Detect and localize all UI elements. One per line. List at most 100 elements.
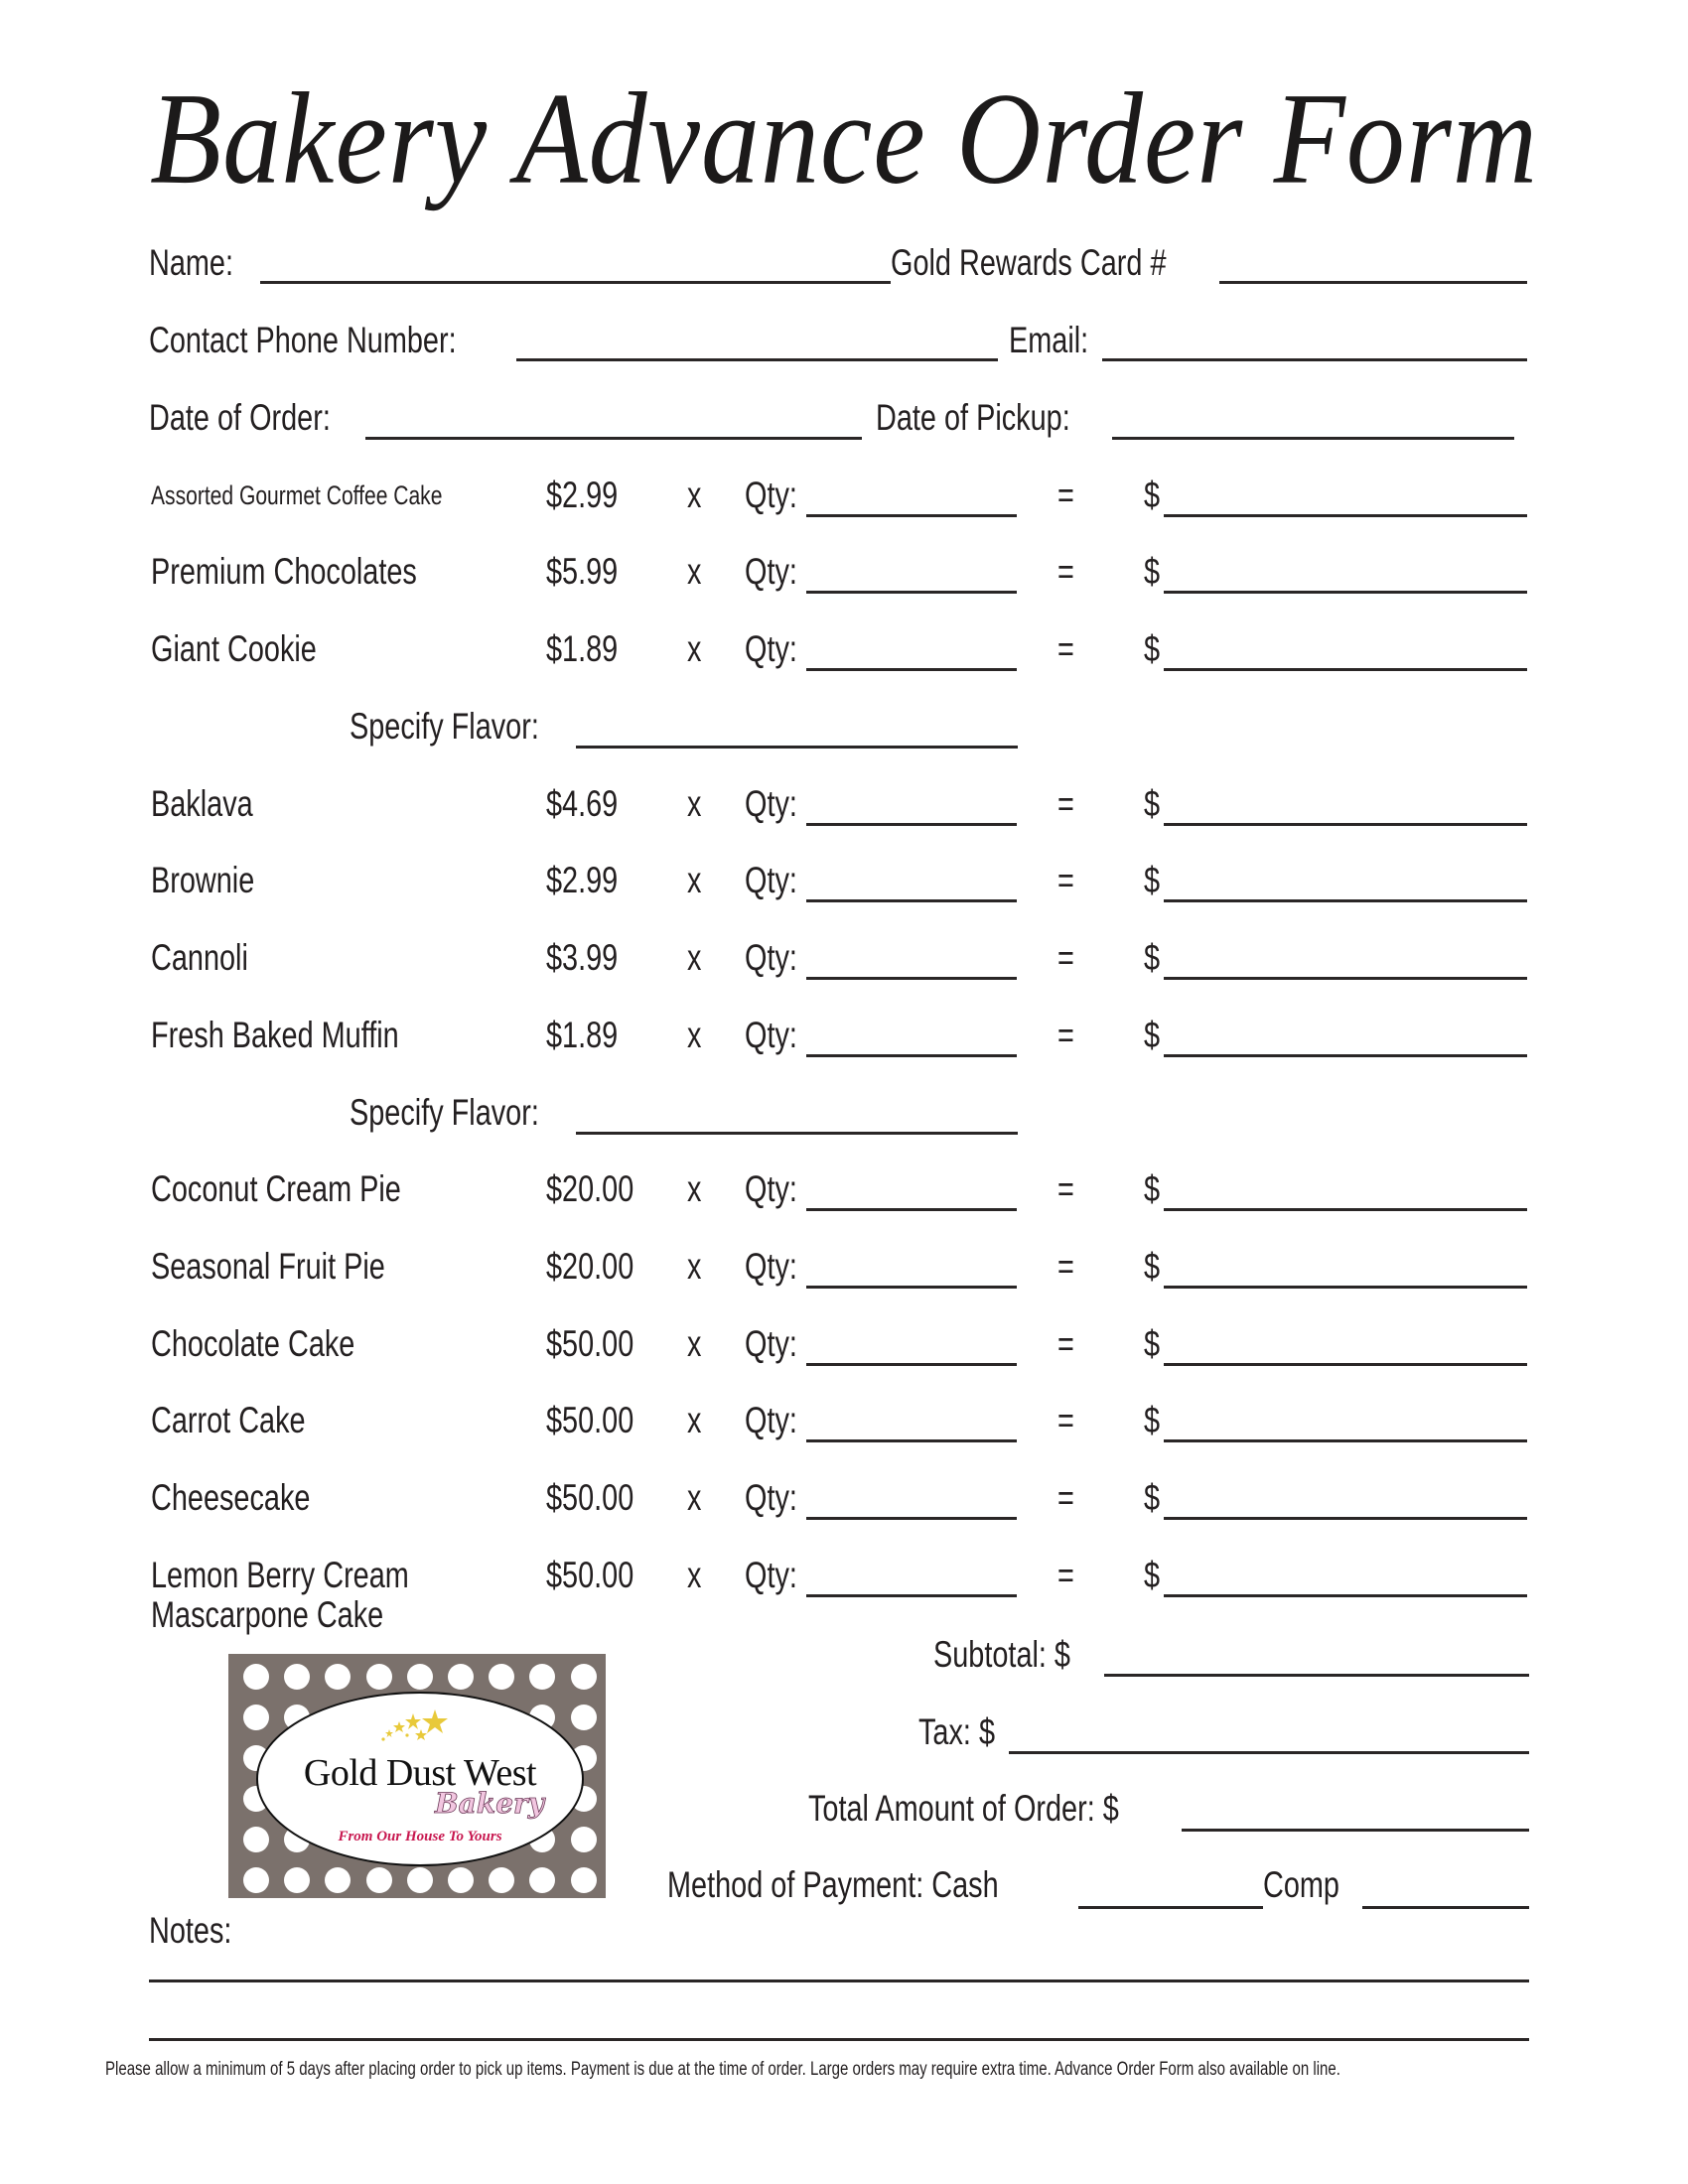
- item-price: $2.99: [546, 475, 619, 515]
- polka-dot: [489, 1867, 515, 1893]
- polka-dot: [570, 1664, 597, 1690]
- item-price: $1.89: [546, 1015, 619, 1055]
- polka-dot: [529, 1867, 556, 1893]
- item-name: Giant Cookie: [151, 628, 317, 669]
- line-total-field[interactable]: [1164, 899, 1527, 902]
- item-name: Cheesecake: [151, 1477, 311, 1518]
- line-total-field[interactable]: [1164, 668, 1527, 671]
- dollar-sign: $: [1144, 1323, 1161, 1364]
- pickup-date-label: Date of Pickup:: [876, 397, 1070, 438]
- qty-field[interactable]: [806, 1363, 1017, 1366]
- notes-line-2[interactable]: [149, 2038, 1529, 2041]
- line-total-field[interactable]: [1164, 1208, 1527, 1211]
- name-label: Name:: [149, 242, 234, 283]
- polka-dot: [570, 1705, 597, 1730]
- bakery-logo: Gold Dust West Bakery From Our House To …: [228, 1654, 606, 1898]
- qty-field[interactable]: [806, 1286, 1017, 1289]
- footer-note: Please allow a minimum of 5 days after p…: [105, 2059, 1340, 2080]
- qty-label: Qty:: [745, 475, 797, 515]
- qty-label: Qty:: [745, 1477, 797, 1518]
- specify-flavor-label: Specify Flavor:: [350, 706, 539, 747]
- tax-field[interactable]: [1009, 1751, 1529, 1754]
- qty-field[interactable]: [806, 977, 1017, 980]
- qty-field[interactable]: [806, 823, 1017, 826]
- equals-sign: =: [1057, 628, 1074, 669]
- stars-icon: [381, 1709, 448, 1741]
- total-field[interactable]: [1182, 1829, 1529, 1832]
- notes-line-1[interactable]: [149, 1979, 1529, 1982]
- subtotal-field[interactable]: [1104, 1674, 1529, 1677]
- qty-field[interactable]: [806, 1208, 1017, 1211]
- qty-label: Qty:: [745, 937, 797, 978]
- rewards-card-field[interactable]: [1219, 281, 1527, 284]
- multiply-sign: x: [687, 551, 702, 592]
- line-total-field[interactable]: [1164, 823, 1527, 826]
- email-field[interactable]: [1102, 358, 1527, 361]
- dollar-sign: $: [1144, 783, 1161, 824]
- dollar-sign: $: [1144, 475, 1161, 515]
- line-total-field[interactable]: [1164, 1594, 1527, 1597]
- total-label: Total Amount of Order: $: [808, 1788, 1119, 1829]
- item-name: Chocolate Cake: [151, 1323, 355, 1364]
- multiply-sign: x: [687, 1400, 702, 1440]
- dollar-sign: $: [1144, 1246, 1161, 1287]
- qty-field[interactable]: [806, 1439, 1017, 1442]
- item-price: $50.00: [546, 1400, 634, 1440]
- item-name: Carrot Cake: [151, 1400, 306, 1440]
- qty-field[interactable]: [806, 1054, 1017, 1057]
- qty-label: Qty:: [745, 1323, 797, 1364]
- qty-label: Qty:: [745, 860, 797, 900]
- logo-oval: Gold Dust West Bakery From Our House To …: [256, 1692, 584, 1866]
- name-field[interactable]: [260, 281, 891, 284]
- item-price: $50.00: [546, 1323, 634, 1364]
- order-date-field[interactable]: [365, 437, 862, 440]
- dollar-sign: $: [1144, 628, 1161, 669]
- flavor-field[interactable]: [576, 1132, 1018, 1135]
- line-total-field[interactable]: [1164, 1517, 1527, 1520]
- multiply-sign: x: [687, 1477, 702, 1518]
- qty-label: Qty:: [745, 1400, 797, 1440]
- page-title: Bakery Advance Order Form: [150, 66, 1538, 211]
- polka-dot: [529, 1664, 556, 1690]
- polka-dot: [448, 1867, 474, 1893]
- equals-sign: =: [1057, 860, 1074, 900]
- pickup-date-field[interactable]: [1112, 437, 1514, 440]
- line-total-field[interactable]: [1164, 1054, 1527, 1057]
- item-price: $1.89: [546, 628, 619, 669]
- line-total-field[interactable]: [1164, 977, 1527, 980]
- multiply-sign: x: [687, 937, 702, 978]
- equals-sign: =: [1057, 1400, 1074, 1440]
- qty-label: Qty:: [745, 783, 797, 824]
- qty-label: Qty:: [745, 628, 797, 669]
- item-price: $50.00: [546, 1477, 634, 1518]
- dollar-sign: $: [1144, 860, 1161, 900]
- line-total-field[interactable]: [1164, 591, 1527, 594]
- qty-label: Qty:: [745, 1555, 797, 1595]
- cash-field[interactable]: [1078, 1906, 1263, 1909]
- comp-field[interactable]: [1362, 1906, 1529, 1909]
- flavor-field[interactable]: [576, 746, 1018, 749]
- qty-label: Qty:: [745, 1246, 797, 1287]
- dollar-sign: $: [1144, 937, 1161, 978]
- qty-field[interactable]: [806, 1594, 1017, 1597]
- qty-label: Qty:: [745, 551, 797, 592]
- phone-field[interactable]: [516, 358, 998, 361]
- line-total-field[interactable]: [1164, 1286, 1527, 1289]
- equals-sign: =: [1057, 783, 1074, 824]
- line-total-field[interactable]: [1164, 514, 1527, 517]
- qty-label: Qty:: [745, 1168, 797, 1209]
- qty-field[interactable]: [806, 668, 1017, 671]
- polka-dot: [570, 1867, 597, 1893]
- multiply-sign: x: [687, 1246, 702, 1287]
- qty-field[interactable]: [806, 514, 1017, 517]
- qty-field[interactable]: [806, 899, 1017, 902]
- multiply-sign: x: [687, 1015, 702, 1055]
- qty-field[interactable]: [806, 591, 1017, 594]
- phone-label: Contact Phone Number:: [149, 320, 457, 360]
- qty-field[interactable]: [806, 1517, 1017, 1520]
- line-total-field[interactable]: [1164, 1439, 1527, 1442]
- multiply-sign: x: [687, 628, 702, 669]
- equals-sign: =: [1057, 551, 1074, 592]
- line-total-field[interactable]: [1164, 1363, 1527, 1366]
- equals-sign: =: [1057, 1246, 1074, 1287]
